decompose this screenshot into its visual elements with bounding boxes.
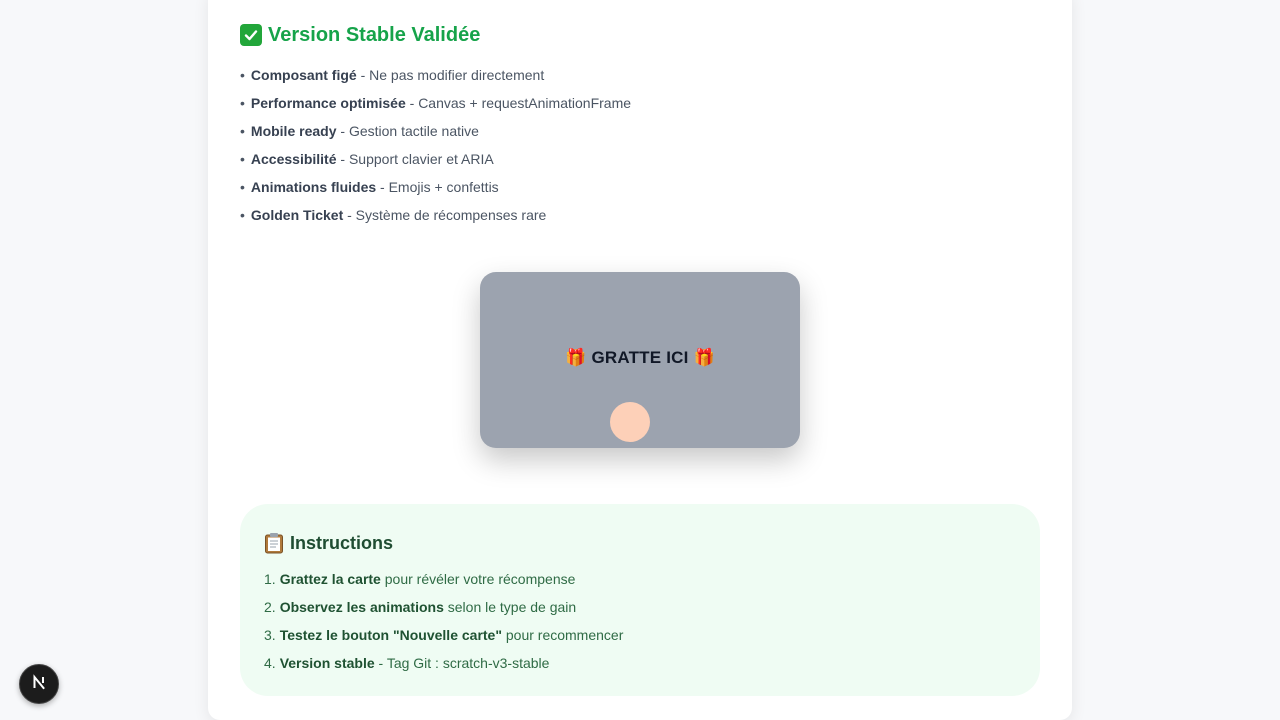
scratch-cursor bbox=[610, 402, 650, 442]
instructions-title: Instructions bbox=[264, 532, 393, 554]
gift-icon: 🎁 bbox=[693, 348, 715, 367]
list-item: • Performance optimisée - Canvas + reques… bbox=[240, 95, 632, 111]
list-item: • Golden Ticket - Système de récompenses … bbox=[240, 207, 547, 223]
list-item: • Composant figé - Ne pas modifier direct… bbox=[240, 67, 545, 83]
list-item: 2. Observez les animations selon le type … bbox=[264, 599, 577, 615]
scratch-card-text: GRATTE ICI bbox=[591, 348, 689, 367]
list-item: • Animations fluides - Emojis + confettis bbox=[240, 179, 499, 195]
list-item: 3. Testez le bouton "Nouvelle carte" pour… bbox=[264, 627, 624, 643]
list-item: • Mobile ready - Gestion tactile native bbox=[240, 123, 479, 139]
list-item: 4. Version stable - Tag Git : scratch-v3-… bbox=[264, 655, 550, 671]
section-heading: Version Stable Validée bbox=[240, 22, 480, 48]
list-item: 1. Grattez la carte pour révéler votre ré… bbox=[264, 571, 576, 587]
gift-icon: 🎁 bbox=[565, 348, 587, 367]
feature-list: • Composant figé - Ne pas modifier direct… bbox=[240, 61, 631, 229]
list-item: • Accessibilité - Support clavier et ARIA bbox=[240, 151, 494, 167]
scratch-card-label: 🎁 GRATTE ICI 🎁 bbox=[480, 348, 800, 368]
nextjs-dev-button[interactable] bbox=[19, 664, 59, 704]
clipboard-icon bbox=[264, 532, 284, 554]
instructions-title-text: Instructions bbox=[290, 532, 394, 553]
instructions-box: Instructions 1. Grattez la carte pour rév… bbox=[240, 504, 1040, 696]
check-mark-icon bbox=[240, 24, 262, 46]
nextjs-logo-icon bbox=[29, 672, 49, 697]
instructions-steps: 1. Grattez la carte pour révéler votre ré… bbox=[264, 565, 623, 677]
heading-text: Version Stable Validée bbox=[268, 23, 481, 46]
scratch-card[interactable]: 🎁 GRATTE ICI 🎁 bbox=[480, 272, 800, 448]
